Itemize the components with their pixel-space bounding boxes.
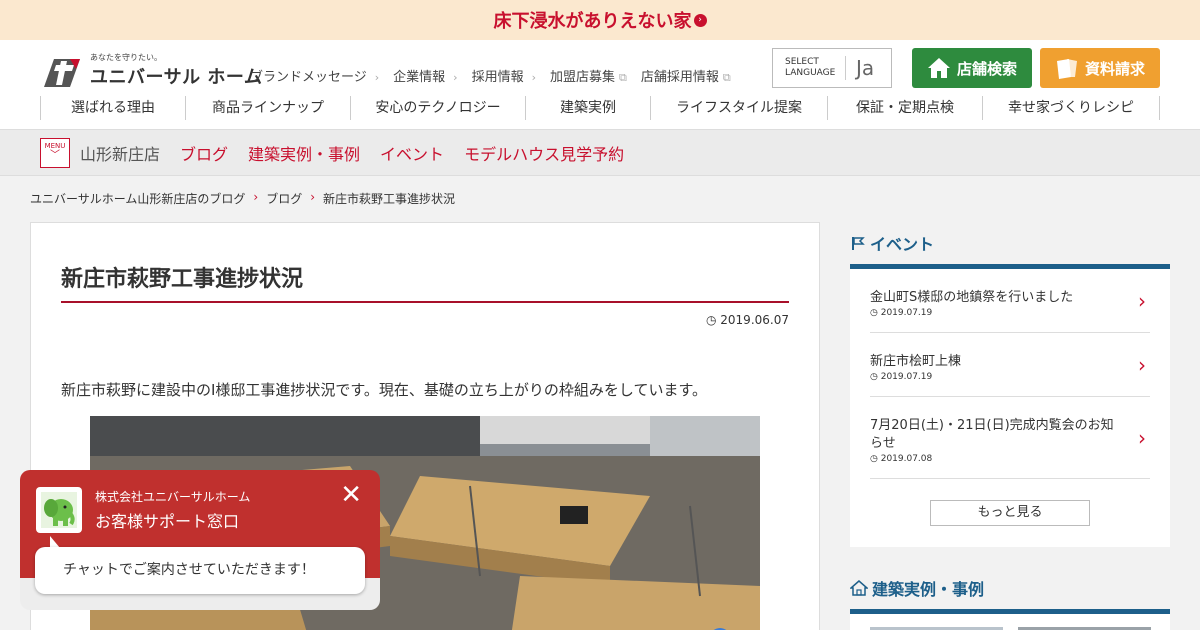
menu-button[interactable]: MENU ﹀ (40, 137, 70, 168)
circle-chevron-right-icon: › (693, 13, 707, 27)
sub-link-blog[interactable]: ブログ (180, 141, 228, 165)
language-label-line1: SELECT (785, 57, 819, 67)
events-heading: イベント (850, 222, 1170, 264)
util-link-label: 加盟店募集 (550, 70, 616, 85)
breadcrumb-current: 新庄市萩野工事進捗状況 (323, 192, 456, 206)
promo-banner[interactable]: 床下浸水がありえない家 › (0, 0, 1200, 40)
chevron-right-icon: › (1138, 425, 1146, 450)
brand-logo[interactable]: あなたを守りたい。 ユニバーサル ホーム (40, 52, 262, 89)
event-item[interactable]: 7月20日(土)・21日(日)完成内覧会のお知らせ ◷ 2019.07.08 › (870, 397, 1150, 479)
article-date: 2019.06.07 (720, 313, 789, 327)
event-date: 2019.07.19 (880, 308, 933, 318)
clock-icon: ◷ (870, 372, 881, 382)
event-title: 7月20日(土)・21日(日)完成内覧会のお知らせ (870, 418, 1114, 451)
store-search-button[interactable]: 店舗検索 (912, 48, 1032, 88)
event-title: 金山町S様邸の地鎮祭を行いました (870, 290, 1074, 305)
clock-icon: ◷ (705, 313, 717, 327)
utility-nav: ブランドメッセージ › 企業情報 › 採用情報 › 加盟店募集 ⧉ 店舗採用情報 ⧉ (250, 66, 745, 85)
house-icon (927, 57, 951, 79)
language-value: Ja (856, 56, 875, 80)
external-link-icon: ⧉ (722, 71, 731, 84)
more-events-button[interactable]: もっと見る (930, 500, 1090, 526)
cases-panel (850, 609, 1170, 630)
chevron-right-icon: › (374, 71, 380, 84)
chat-company: 株式会社ユニバーサルホーム (95, 490, 251, 504)
sub-link-model-house[interactable]: モデルハウス見学予約 (464, 141, 624, 165)
util-link-label: ブランドメッセージ (250, 70, 367, 85)
article-title: 新庄市萩野工事進捗状況 (61, 261, 789, 303)
util-link-company[interactable]: 企業情報 › (393, 66, 457, 85)
chat-window-name: お客様サポート窓口 (95, 512, 240, 531)
main-nav-examples[interactable]: 建築実例 (525, 96, 650, 120)
util-link-franchise[interactable]: 加盟店募集 ⧉ (550, 66, 627, 85)
main-nav-lineup[interactable]: 商品ラインナップ (185, 96, 350, 120)
site-header: あなたを守りたい。 ユニバーサル ホーム ブランドメッセージ › 企業情報 › 採用… (0, 40, 1200, 130)
event-date: 2019.07.19 (880, 372, 933, 382)
main-nav-reasons[interactable]: 選ばれる理由 (40, 96, 185, 120)
chevron-right-icon: › (253, 190, 259, 204)
chevron-down-icon: ﹀ (50, 149, 60, 161)
chevron-right-icon: › (1138, 352, 1146, 377)
close-icon[interactable]: ✕ (340, 482, 362, 508)
events-panel: 金山町S様邸の地鎮祭を行いました ◷ 2019.07.19 › 新庄市桧町上棟 … (850, 264, 1170, 547)
chevron-right-icon: › (453, 71, 458, 84)
chevron-right-icon: › (1138, 288, 1146, 313)
store-sub-bar: MENU ﹀ 山形新庄店 ブログ 建築実例・事例 イベント モデルハウス見学予約 (0, 130, 1200, 176)
cases-heading-label: 建築実例・事例 (872, 580, 985, 599)
store-name[interactable]: 山形新庄店 (80, 141, 160, 165)
util-link-recruit[interactable]: 採用情報 › (472, 66, 536, 85)
util-link-brand-message[interactable]: ブランドメッセージ › (250, 66, 379, 85)
util-link-store-recruit[interactable]: 店舗採用情報 ⧉ (641, 66, 731, 85)
event-date-row: ◷ 2019.07.08 (870, 454, 1120, 464)
document-icon (1055, 57, 1079, 79)
article-date-row: ◷ 2019.06.07 (706, 313, 789, 327)
event-date: 2019.07.08 (880, 454, 933, 464)
main-nav-warranty[interactable]: 保証・定期点検 (827, 96, 982, 120)
cases-heading: 建築実例・事例 (850, 567, 1170, 609)
main-nav-recipe[interactable]: 幸せ家づくりレシピ (982, 96, 1160, 120)
event-date-row: ◷ 2019.07.19 (870, 308, 1120, 318)
clock-icon: ◷ (870, 454, 881, 464)
flag-icon (850, 235, 866, 251)
chevron-right-icon: › (310, 190, 316, 204)
brand-name: ユニバーサル ホーム (90, 67, 263, 88)
main-nav: 選ばれる理由 商品ラインナップ 安心のテクノロジー 建築実例 ライフスタイル提案… (40, 96, 1160, 120)
request-docs-label: 資料請求 (1084, 59, 1145, 78)
breadcrumb-blog[interactable]: ブログ (266, 190, 302, 207)
elephant-mascot-icon (36, 487, 82, 533)
clock-icon: ◷ (870, 308, 881, 318)
event-title: 新庄市桧町上棟 (870, 354, 962, 369)
chat-widget: 株式会社ユニバーサルホーム お客様サポート窓口 ✕ チャットでご案内させていただ… (20, 470, 380, 610)
util-link-label: 採用情報 (471, 70, 524, 85)
event-date-row: ◷ 2019.07.19 (870, 372, 1120, 382)
sidebar: イベント 金山町S様邸の地鎮祭を行いました ◷ 2019.07.19 › 新庄市… (850, 222, 1170, 630)
chat-message[interactable]: チャットでご案内させていただきます！ (35, 547, 365, 594)
chevron-right-icon: › (531, 71, 536, 84)
event-item[interactable]: 金山町S様邸の地鎮祭を行いました ◷ 2019.07.19 › (870, 269, 1150, 333)
util-link-label: 店舗採用情報 (640, 70, 719, 85)
language-select[interactable]: SELECT LANGUAGE Ja (772, 48, 892, 88)
util-link-label: 企業情報 (393, 70, 446, 85)
language-label-line2: LANGUAGE (785, 68, 836, 78)
house-outline-icon (850, 579, 868, 597)
brand-tagline: あなたを守りたい。 (90, 53, 162, 62)
request-docs-button[interactable]: 資料請求 (1040, 48, 1160, 88)
external-link-icon: ⧉ (619, 71, 627, 84)
events-heading-label: イベント (870, 235, 935, 254)
breadcrumb: ユニバーサルホーム山形新庄店のブログ › ブログ › 新庄市萩野工事進捗状況 (30, 190, 455, 207)
store-search-label: 店舗検索 (956, 59, 1017, 78)
logo-mark-icon (44, 59, 80, 87)
sub-link-events[interactable]: イベント (380, 141, 444, 165)
main-nav-technology[interactable]: 安心のテクノロジー (350, 96, 525, 120)
sub-link-examples[interactable]: 建築実例・事例 (248, 141, 360, 165)
breadcrumb-store-blog[interactable]: ユニバーサルホーム山形新庄店のブログ (30, 190, 245, 207)
language-label: SELECT LANGUAGE (773, 57, 845, 79)
article-body: 新庄市萩野に建設中のI様邸工事進捗状況です。現在、基礎の立ち上がりの枠組みをして… (61, 381, 707, 399)
event-item[interactable]: 新庄市桧町上棟 ◷ 2019.07.19 › (870, 333, 1150, 397)
main-nav-lifestyle[interactable]: ライフスタイル提案 (650, 96, 827, 120)
promo-text[interactable]: 床下浸水がありえない家 (494, 7, 692, 33)
